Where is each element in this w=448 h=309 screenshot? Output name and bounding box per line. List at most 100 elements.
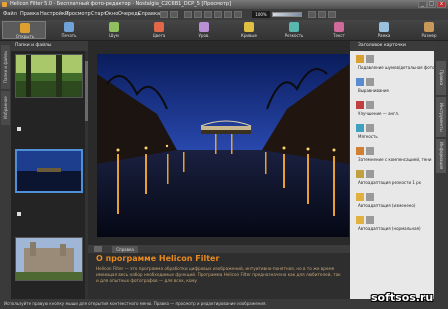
fit-icon[interactable] — [224, 11, 232, 18]
preset-label: Выравнивание — [358, 88, 389, 93]
redo-icon[interactable] — [170, 11, 178, 18]
night-canal-photo — [97, 54, 349, 237]
toolbar-button-5[interactable]: Кривые — [227, 21, 271, 39]
menu-help[interactable]: Справка — [138, 11, 160, 18]
presets-header: Заголовок карточки — [350, 41, 434, 51]
preset-icon — [356, 216, 364, 224]
preset-label: Автоадаптация (нормальная) — [358, 226, 421, 231]
compare-icon[interactable] — [318, 11, 326, 18]
preset-item[interactable]: Улучшение — англ. — [354, 100, 430, 120]
menu-file[interactable]: Файл — [3, 11, 17, 18]
preset-icon — [356, 55, 364, 63]
file-panel-header: Папки и файлы — [11, 41, 88, 51]
rotate-left-icon[interactable] — [194, 11, 202, 18]
image-viewer[interactable] — [88, 41, 350, 245]
maximize-button[interactable]: □ — [427, 1, 436, 8]
file-thumbnail-3[interactable] — [15, 237, 83, 281]
tool-label: Размер — [421, 33, 437, 38]
preset-item[interactable]: Затемнение с компенсацией, тени — [354, 146, 432, 166]
preset-icon — [356, 170, 364, 178]
tool-label: Цвета — [152, 33, 166, 38]
tool-icon — [154, 22, 164, 32]
actual-size-icon[interactable] — [234, 11, 242, 18]
file-thumbnail-1[interactable] — [15, 54, 83, 98]
zoom-out-icon[interactable] — [214, 11, 222, 18]
tab-folders[interactable]: Папки и файлы — [1, 45, 10, 89]
app-icon — [2, 2, 7, 7]
file-panel-title: Папки и файлы — [15, 43, 52, 48]
undo-icon[interactable] — [160, 11, 168, 18]
file-browser-panel: Папки и файлы — [11, 41, 88, 299]
tool-icon — [334, 22, 344, 32]
preset-secondary-icon — [366, 147, 374, 155]
preset-icon — [356, 193, 364, 201]
preset-label: Автоадаптация резкости 1 px — [358, 180, 422, 185]
toolbar-button-1[interactable]: Печать — [47, 21, 91, 39]
menu-settings[interactable]: Настройки — [40, 11, 68, 18]
preset-item[interactable]: Автоадаптация (изменено) — [354, 192, 430, 212]
description-panel: О программе Helicon Filter Helicon Filte… — [88, 253, 350, 299]
description-text: Helicon Filter — это программа обработки… — [96, 266, 341, 283]
preset-secondary-icon — [366, 55, 374, 63]
main-toolbar: Открыть Печать Шум Цвета Уров. Кривые Резкость… — [0, 20, 448, 41]
preset-item[interactable]: Подавление шумов/детальная фото сод. — [354, 54, 444, 74]
tool-icon — [424, 22, 434, 32]
tool-label: Кривые — [241, 33, 257, 38]
tab-favorites[interactable]: Избранное — [1, 91, 10, 125]
tab-info[interactable]: Информация — [436, 139, 446, 173]
tool-label: Резкость — [284, 33, 304, 38]
castle-thumbnail — [16, 238, 82, 280]
zoom-value[interactable]: 100% — [252, 11, 270, 18]
tool-icon — [244, 22, 254, 32]
pencil-icon[interactable] — [94, 246, 102, 252]
zoom-slider[interactable] — [272, 12, 302, 17]
tool-icon — [109, 22, 119, 32]
preset-label: Улучшение — англ. — [358, 111, 400, 116]
minimize-button[interactable]: _ — [418, 1, 427, 8]
close-button[interactable]: x — [437, 1, 446, 8]
crop-icon[interactable] — [184, 11, 192, 18]
menu-window[interactable]: Окно — [105, 11, 118, 18]
preset-item[interactable]: Автоадаптация (нормальная) — [354, 215, 430, 235]
toolbar-button-4[interactable]: Уров. — [182, 21, 226, 39]
file-thumbnail-2[interactable] — [15, 149, 83, 193]
zoom-in-icon[interactable] — [204, 11, 212, 18]
preset-icon — [356, 78, 364, 86]
tab-help[interactable]: Справка — [112, 246, 138, 253]
toolbar-button-7[interactable]: Текст — [317, 21, 361, 39]
fullscreen-icon[interactable] — [328, 11, 336, 18]
menu-bar: Файл Правка Настройки Просмотр Старт Окн… — [0, 9, 448, 20]
preset-secondary-icon — [366, 124, 374, 132]
tool-label: Рамка — [377, 33, 391, 38]
preset-item[interactable]: Выравнивание — [354, 77, 430, 97]
preset-icon — [356, 124, 364, 132]
menu-view[interactable]: Просмотр — [65, 11, 91, 18]
preset-secondary-icon — [366, 101, 374, 109]
forest-thumbnail — [16, 55, 82, 97]
preset-item[interactable]: Автоадаптация резкости 1 px — [354, 169, 430, 189]
preset-icon — [356, 147, 364, 155]
tab-edit[interactable]: Правка — [436, 61, 446, 95]
toolbar-button-6[interactable]: Резкость — [272, 21, 316, 39]
toolbar-button-3[interactable]: Цвета — [137, 21, 181, 39]
tool-icon — [199, 22, 209, 32]
window-title: Helicon Filter 5.0 · Бесплатный фото-ред… — [10, 1, 232, 7]
presets-panel: Заголовок карточки Подавление шумов/дета… — [350, 41, 444, 299]
tab-tools[interactable]: Инструменты — [436, 97, 446, 137]
preset-item[interactable]: Мягкость — [354, 123, 430, 143]
tool-label: Открыть — [15, 34, 35, 39]
toolbar-button-0[interactable]: Открыть — [2, 21, 46, 39]
tool-label: Текст — [333, 33, 345, 38]
file-checkbox-2[interactable] — [17, 212, 21, 216]
toolbar-button-8[interactable]: Рамка — [362, 21, 406, 39]
preset-label: Затемнение с компенсацией, тени — [358, 157, 432, 162]
grid-icon[interactable] — [308, 11, 316, 18]
canal-thumbnail — [17, 151, 81, 191]
toolbar-button-2[interactable]: Шум — [92, 21, 136, 39]
tool-label: Шум — [109, 33, 119, 38]
description-title: О программе Helicon Filter — [96, 254, 220, 263]
menu-edit[interactable]: Правка — [20, 11, 39, 18]
file-checkbox-1[interactable] — [17, 127, 21, 131]
toolbar-button-9[interactable]: Размер — [407, 21, 448, 39]
right-tab-strip: Правка Инструменты Информация — [434, 41, 448, 299]
